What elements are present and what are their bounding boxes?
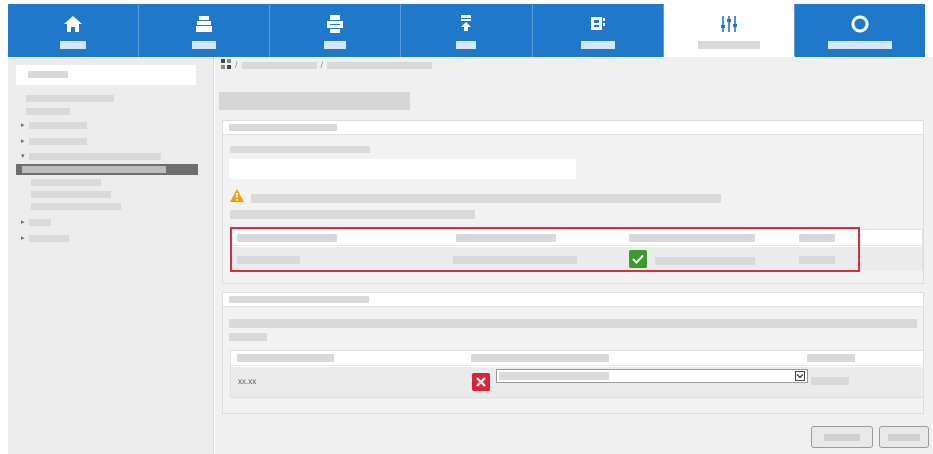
tab-label	[580, 41, 615, 49]
settings-panel: xx.xx	[222, 292, 924, 414]
sidebar-item[interactable]: ▾	[21, 152, 161, 160]
tab-label	[697, 41, 760, 49]
description-text	[229, 333, 267, 341]
sidebar-subitem[interactable]	[31, 179, 101, 186]
table-cell: xx.xx	[238, 377, 257, 386]
tab-support[interactable]	[795, 4, 925, 57]
breadcrumb-current	[327, 61, 433, 69]
config-table: xx.xx	[230, 350, 924, 398]
tab-label	[60, 41, 87, 49]
description-text	[229, 319, 917, 328]
chevron-right-icon: ▸	[21, 138, 25, 145]
sidebar-item[interactable]: ▸	[21, 234, 69, 242]
support-icon	[849, 13, 871, 35]
text-field[interactable]	[229, 159, 576, 179]
device-icon	[587, 13, 609, 35]
warning-text	[251, 194, 721, 203]
panel-header	[223, 293, 923, 307]
chevron-right-icon: ▸	[21, 219, 25, 226]
warning-text	[230, 210, 475, 219]
tab-label	[827, 41, 892, 49]
panel-header	[223, 121, 923, 135]
tab-download[interactable]	[401, 4, 533, 57]
download-icon	[455, 13, 477, 35]
sidebar-item[interactable]	[26, 95, 114, 102]
tab-print[interactable]	[270, 4, 402, 57]
error-icon	[472, 373, 490, 391]
secondary-button[interactable]	[811, 426, 873, 448]
primary-button[interactable]	[879, 426, 929, 448]
page-title	[219, 92, 410, 110]
warning-icon	[230, 189, 244, 203]
breadcrumb: / /	[221, 59, 433, 71]
tab-settings[interactable]	[663, 4, 795, 57]
top-navigation	[8, 4, 925, 57]
dropdown-select[interactable]	[496, 369, 808, 383]
scanner-icon	[193, 13, 215, 35]
sidebar: ▸ ▸ ▾ ▸ ▸	[8, 57, 214, 454]
sidebar-subitem[interactable]	[31, 203, 121, 210]
sidebar-item[interactable]: ▸	[21, 121, 87, 129]
chevron-right-icon: ▸	[21, 122, 25, 129]
tab-home[interactable]	[8, 4, 140, 57]
sidebar-item[interactable]: ▸	[21, 218, 51, 226]
sidebar-subitem[interactable]	[31, 191, 111, 198]
printer-icon	[324, 13, 346, 35]
field-label	[230, 146, 370, 153]
tab-device[interactable]	[533, 4, 664, 57]
placeholder	[28, 71, 68, 78]
chevron-down-icon	[795, 371, 805, 381]
sidebar-item-selected[interactable]	[16, 164, 198, 175]
sitemap-icon	[221, 59, 231, 71]
main-content: / / xx.xx	[215, 57, 933, 454]
table-header-row	[231, 351, 923, 366]
tab-label	[456, 41, 477, 49]
chevron-down-icon: ▾	[21, 153, 25, 160]
highlight-box	[230, 227, 860, 272]
settings-sliders-icon	[718, 13, 740, 35]
sidebar-search-input[interactable]	[16, 65, 196, 85]
home-icon	[62, 13, 84, 35]
tab-label	[192, 41, 217, 49]
tab-label	[324, 41, 347, 49]
tab-scan[interactable]	[139, 4, 271, 57]
breadcrumb-link[interactable]	[241, 61, 317, 69]
chevron-right-icon: ▸	[21, 235, 25, 242]
table-row: xx.xx	[231, 367, 923, 397]
sidebar-item[interactable]: ▸	[21, 137, 87, 145]
sidebar-item[interactable]	[26, 108, 70, 115]
